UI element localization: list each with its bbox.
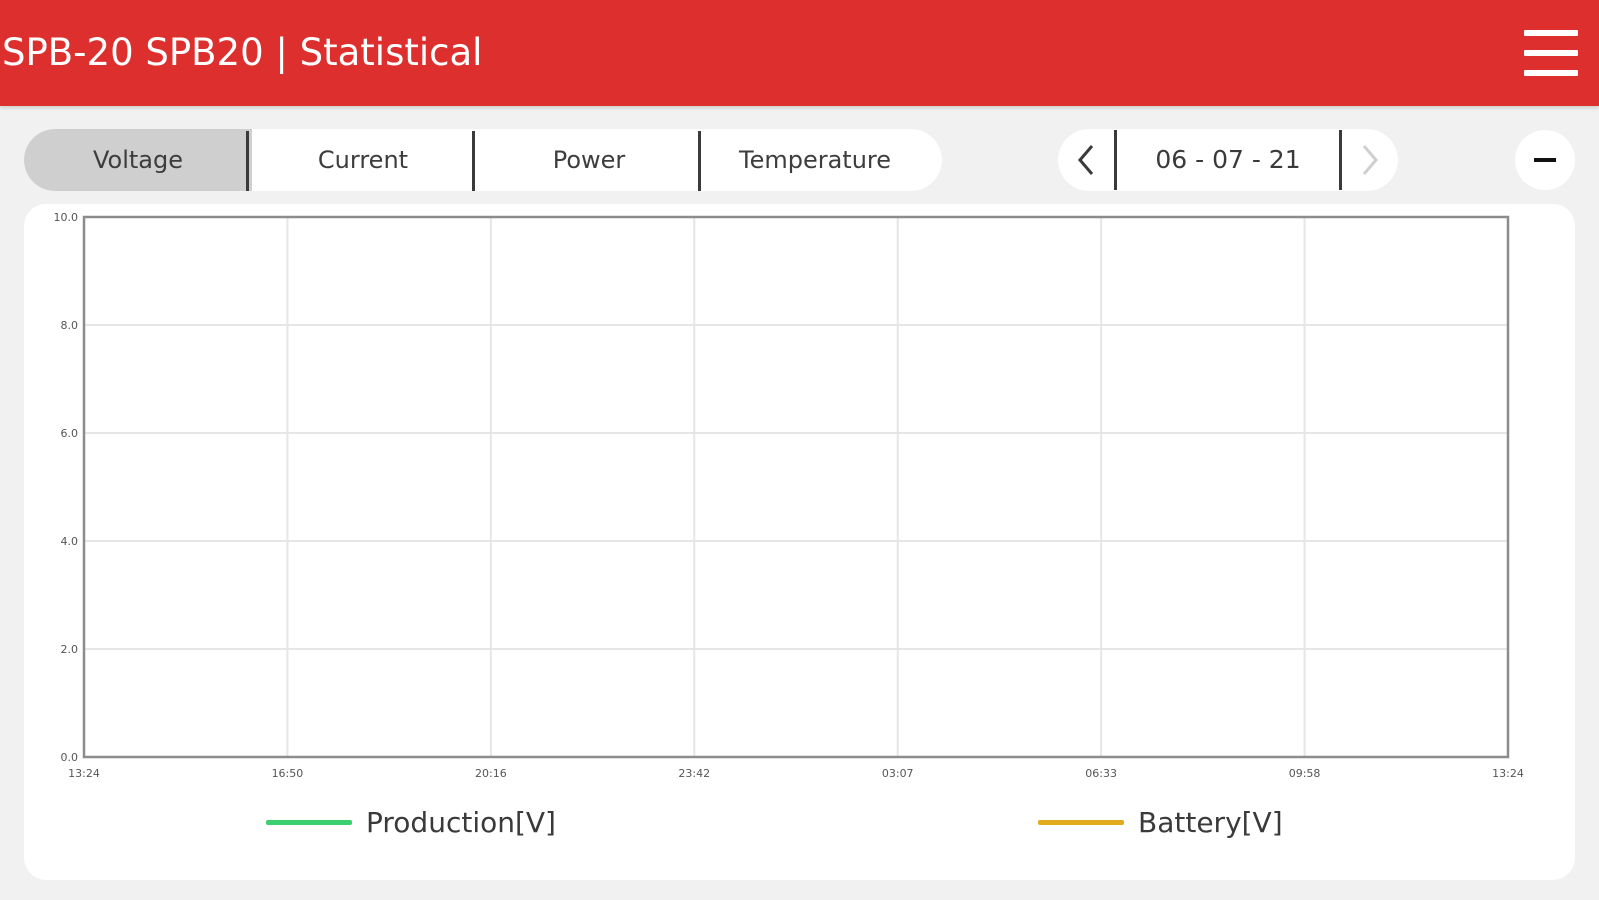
chevron-right-icon[interactable] (1342, 129, 1398, 191)
legend-label-battery: Battery[V] (1138, 805, 1283, 839)
menu-bar (1524, 30, 1578, 36)
tab-temperature[interactable]: Temperature (701, 129, 929, 191)
legend-line-battery (1038, 819, 1124, 825)
tab-power[interactable]: Power (475, 129, 703, 191)
x-tick-label: 23:42 (678, 767, 710, 780)
menu-bar (1524, 50, 1578, 56)
x-tick-label: 13:24 (1492, 767, 1524, 780)
page-title: SPB-20 SPB20 | Statistical (2, 31, 483, 74)
y-tick-label: 8.0 (61, 319, 79, 332)
date-navigator: 06 - 07 - 21 (1058, 129, 1398, 191)
x-tick-label: 03:07 (882, 767, 914, 780)
hamburger-menu-icon[interactable] (1524, 30, 1578, 78)
x-tick-label: 09:58 (1289, 767, 1321, 780)
y-tick-label: 2.0 (61, 643, 79, 656)
minus-icon[interactable] (1515, 130, 1575, 190)
x-tick-label: 16:50 (272, 767, 304, 780)
voltage-chart: 0.0 2.0 4.0 6.0 8.0 10.0 13:24 16:50 20:16 23:42 0… (54, 211, 1524, 780)
tab-current[interactable]: Current (249, 129, 477, 191)
legend-battery[interactable]: Battery[V] (1038, 802, 1283, 842)
selected-date[interactable]: 06 - 07 - 21 (1117, 129, 1339, 191)
plot-frame (82, 215, 1510, 759)
y-tick-label: 6.0 (61, 427, 79, 440)
y-tick-label: 0.0 (61, 751, 79, 764)
tab-voltage[interactable]: Voltage (24, 129, 252, 191)
legend-line-production (266, 819, 352, 825)
legend-production[interactable]: Production[V] (266, 802, 556, 842)
y-tick-label: 10.0 (54, 211, 79, 224)
y-tick-label: 4.0 (61, 535, 79, 548)
legend-label-production: Production[V] (366, 805, 556, 839)
chevron-left-icon[interactable] (1058, 129, 1114, 191)
x-tick-label: 20:16 (475, 767, 507, 780)
x-tick-label: 13:24 (68, 767, 100, 780)
measurement-tabs: Voltage Current Power Temperature (24, 129, 942, 191)
voltage-chart-card: 0.0 2.0 4.0 6.0 8.0 10.0 13:24 16:50 20:16 23:42 0… (24, 204, 1575, 880)
app-header: SPB-20 SPB20 | Statistical (0, 0, 1599, 106)
menu-bar (1524, 70, 1578, 76)
minus-bar (1534, 158, 1556, 162)
x-tick-label: 06:33 (1085, 767, 1117, 780)
